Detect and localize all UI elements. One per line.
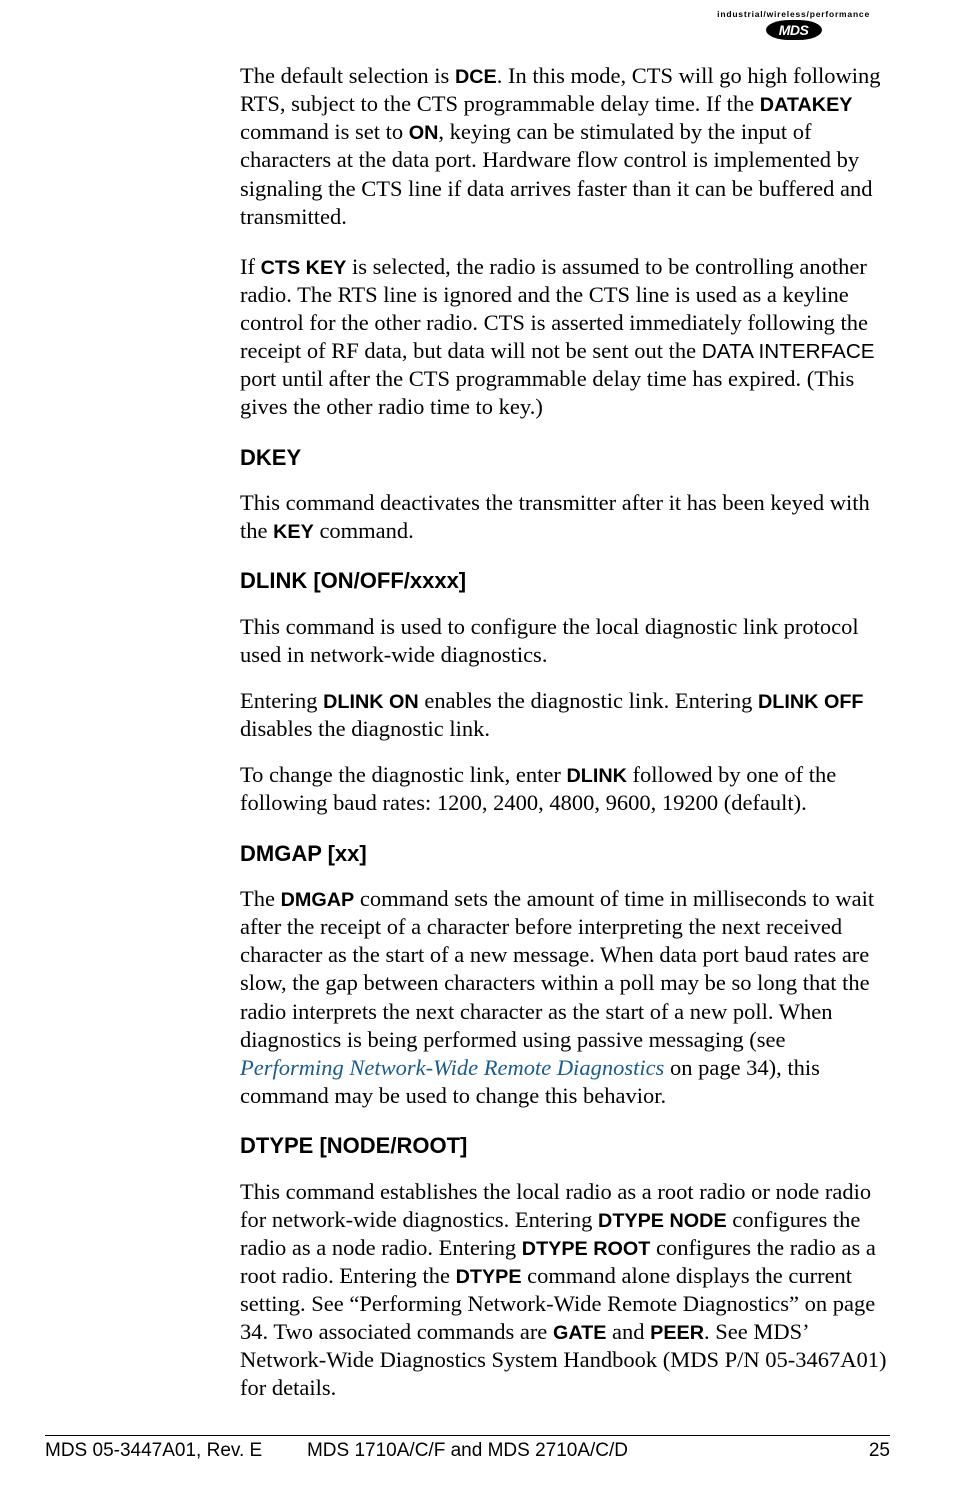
cmd-dtype: DTYPE (456, 1266, 522, 1288)
heading-dlink: DLINK [ON/OFF/xxxx] (240, 567, 890, 595)
cmd-cts-key: CTS KEY (261, 257, 347, 279)
paragraph-dlink-baud: To change the diagnostic link, enter DLI… (240, 761, 890, 817)
link-performing-diagnostics[interactable]: Performing Network-Wide Remote Diagnosti… (240, 1055, 664, 1080)
mds-logo: industrial/wireless/performance MDS (717, 10, 870, 40)
paragraph-dmgap: The DMGAP command sets the amount of tim… (240, 885, 890, 1110)
footer-doc-id: MDS 05-3447A01, Rev. E (45, 1440, 262, 1462)
cmd-dmgap: DMGAP (281, 889, 355, 911)
cmd-on: ON (409, 122, 439, 144)
page-footer: MDS 05-3447A01, Rev. E MDS 1710A/C/F and… (45, 1435, 890, 1462)
cmd-dce: DCE (455, 66, 497, 88)
cmd-dlink-off: DLINK OFF (758, 691, 863, 713)
cmd-dlink: DLINK (566, 765, 626, 787)
cmd-peer: PEER (650, 1322, 704, 1344)
body-text: The default selection is DCE. In this mo… (240, 62, 890, 1403)
logo-tagline: industrial/wireless/performance (717, 10, 870, 19)
heading-dmgap: DMGAP [xx] (240, 840, 890, 868)
cmd-dtype-root: DTYPE ROOT (522, 1238, 651, 1260)
cmd-datakey: DATAKEY (760, 94, 853, 116)
paragraph-dtype: This command establishes the local radio… (240, 1178, 890, 1403)
footer-page-number: 25 (869, 1440, 890, 1462)
paragraph-dkey: This command deactivates the transmitter… (240, 489, 890, 545)
heading-dkey: DKEY (240, 444, 890, 472)
cmd-dlink-on: DLINK ON (323, 691, 419, 713)
cmd-dtype-node: DTYPE NODE (598, 1210, 727, 1232)
paragraph-dlink-intro: This command is used to configure the lo… (240, 613, 890, 669)
page: industrial/wireless/performance MDS The … (0, 0, 980, 1492)
cmd-gate: GATE (553, 1322, 606, 1344)
paragraph-dce-mode: The default selection is DCE. In this mo… (240, 62, 890, 231)
paragraph-cts-key: If CTS KEY is selected, the radio is ass… (240, 253, 890, 422)
label-data-interface: DATA INTERFACE (702, 340, 875, 363)
cmd-key: KEY (273, 521, 314, 543)
heading-dtype: DTYPE [NODE/ROOT] (240, 1132, 890, 1160)
paragraph-dlink-onoff: Entering DLINK ON enables the diagnostic… (240, 687, 890, 743)
logo-brand: MDS (766, 20, 822, 40)
